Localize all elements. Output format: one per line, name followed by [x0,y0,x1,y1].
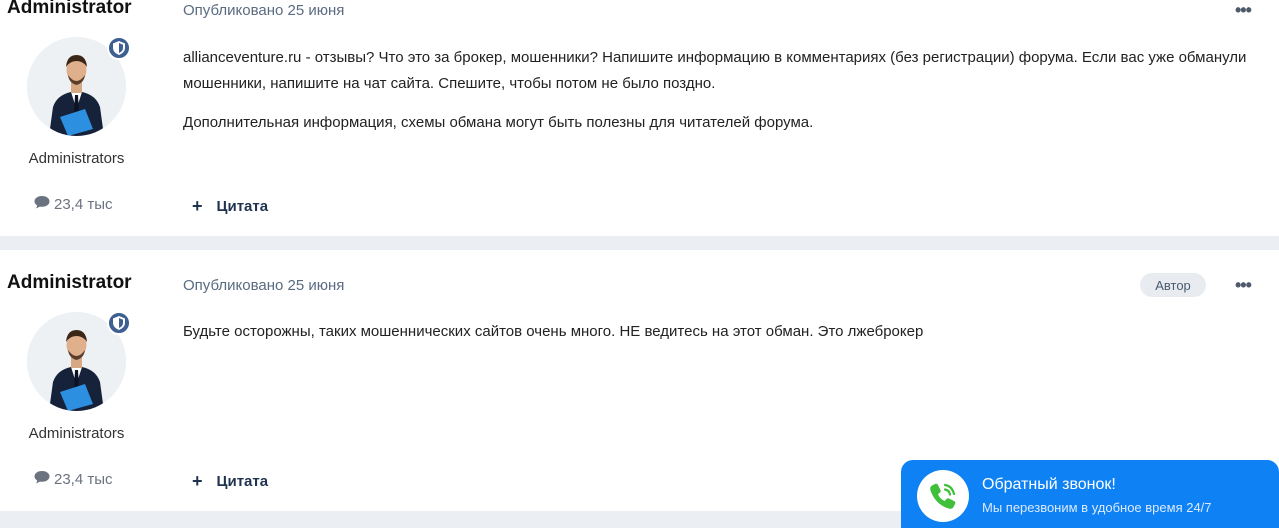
callback-subtitle: Мы перезвоним в удобное время 24/7 [982,500,1212,515]
post-date[interactable]: Опубликовано 25 июня [183,2,344,19]
post-paragraph: Будьте осторожны, таких мошеннических са… [183,323,924,340]
user-group: Administrators [28,150,125,167]
comment-icon [34,470,50,488]
post-count: 23,4 тыс [34,195,113,213]
quote-label: Цитата [216,198,269,215]
callback-title: Обратный звонок! [982,476,1116,493]
plus-icon: + [192,471,203,491]
shield-icon [107,36,131,60]
post-count-value: 23,4 тыс [54,195,113,213]
comment-icon [34,195,50,213]
post-paragraph: allianceventure.ru - отзывы? Что это за … [183,49,1247,92]
quote-button[interactable]: + Цитата [192,471,268,492]
post-count: 23,4 тыс [34,470,113,488]
author-badge: Автор [1140,273,1206,297]
shield-icon [107,311,131,335]
callback-widget[interactable]: Обратный звонок! Мы перезвоним в удобное… [901,460,1279,528]
post-menu-button[interactable]: ••• [1235,0,1252,21]
forum-post: Administrator Administrators 23,4 тыс Оп… [0,0,1279,236]
quote-button[interactable]: + Цитата [192,196,268,217]
post-count-value: 23,4 тыс [54,470,113,488]
post-paragraph: Дополнительная информация, схемы обмана … [183,114,814,131]
plus-icon: + [192,196,203,216]
phone-icon[interactable] [917,470,969,522]
post-date[interactable]: Опубликовано 25 июня [183,277,344,294]
user-group: Administrators [28,425,125,442]
author-name[interactable]: Administrator [7,272,132,294]
post-menu-button[interactable]: ••• [1235,275,1252,296]
author-name[interactable]: Administrator [7,0,132,19]
quote-label: Цитата [216,473,269,490]
